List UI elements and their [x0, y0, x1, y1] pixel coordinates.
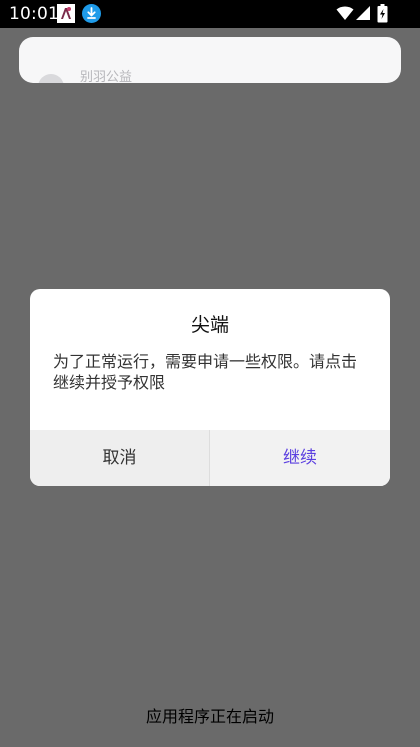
- dialog-message: 为了正常运行，需要申请一些权限。请点击继续并授予权限: [53, 352, 358, 392]
- wifi-icon: [336, 6, 354, 20]
- status-time: 10:01: [9, 4, 59, 24]
- background-card: 别羽公益: [19, 37, 401, 83]
- continue-button[interactable]: 继续: [210, 430, 390, 486]
- status-bar: 10:01: [0, 0, 420, 28]
- permission-dialog: 尖端 为了正常运行，需要申请一些权限。请点击继续并授予权限 取消 继续: [30, 289, 390, 486]
- avatar: [38, 74, 64, 83]
- download-icon: [82, 4, 101, 23]
- battery-icon: [377, 4, 388, 23]
- cancel-button[interactable]: 取消: [30, 430, 209, 486]
- app-starting-status: 应用程序正在启动: [145, 707, 274, 726]
- dialog-title: 尖端: [190, 314, 229, 336]
- dialog-button-bar: 取消 继续: [30, 430, 390, 486]
- background-card-title: 别羽公益: [80, 70, 133, 83]
- signal-icon: [356, 6, 370, 20]
- app-notification-icon: [57, 4, 75, 23]
